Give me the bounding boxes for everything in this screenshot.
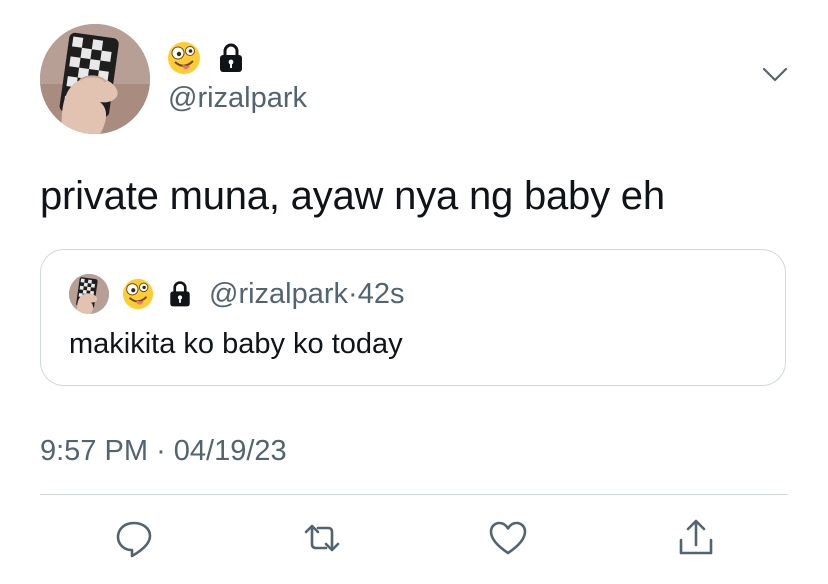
separator: · <box>156 435 166 467</box>
quoted-tweet[interactable]: @rizalpark·42s makikita ko baby ko today <box>40 249 786 386</box>
quoted-handle[interactable]: @rizalpark <box>209 278 348 310</box>
timestamp[interactable]: 9:57 PM · 04/19/23 <box>40 433 287 469</box>
quoted-avatar[interactable] <box>69 274 109 314</box>
quoted-handle-line: @rizalpark·42s <box>209 276 404 312</box>
share-icon <box>674 516 718 560</box>
heart-icon <box>486 516 530 560</box>
tweet-text: private muna, ayaw nya ng baby eh <box>40 174 665 218</box>
avatar[interactable] <box>40 24 150 134</box>
separator: · <box>348 278 358 310</box>
divider <box>40 494 788 495</box>
user-handle[interactable]: @rizalpark <box>168 80 307 116</box>
time: 9:57 PM <box>40 435 148 467</box>
like-button[interactable] <box>486 516 530 560</box>
display-name <box>166 40 248 76</box>
retweet-button[interactable] <box>300 516 344 560</box>
chevron-down-icon[interactable] <box>762 66 788 84</box>
zany-face-emoji-icon <box>121 277 155 311</box>
retweet-icon <box>300 516 344 560</box>
date: 04/19/23 <box>173 435 287 467</box>
reply-button[interactable] <box>112 516 156 560</box>
quoted-header: @rizalpark·42s <box>121 276 404 312</box>
quoted-age: 42s <box>357 278 405 310</box>
zany-face-emoji-icon <box>166 40 202 76</box>
lock-icon <box>165 279 199 309</box>
lock-icon <box>214 41 248 75</box>
reply-icon <box>112 516 156 560</box>
share-button[interactable] <box>674 516 718 560</box>
quoted-text: makikita ko baby ko today <box>69 328 403 360</box>
